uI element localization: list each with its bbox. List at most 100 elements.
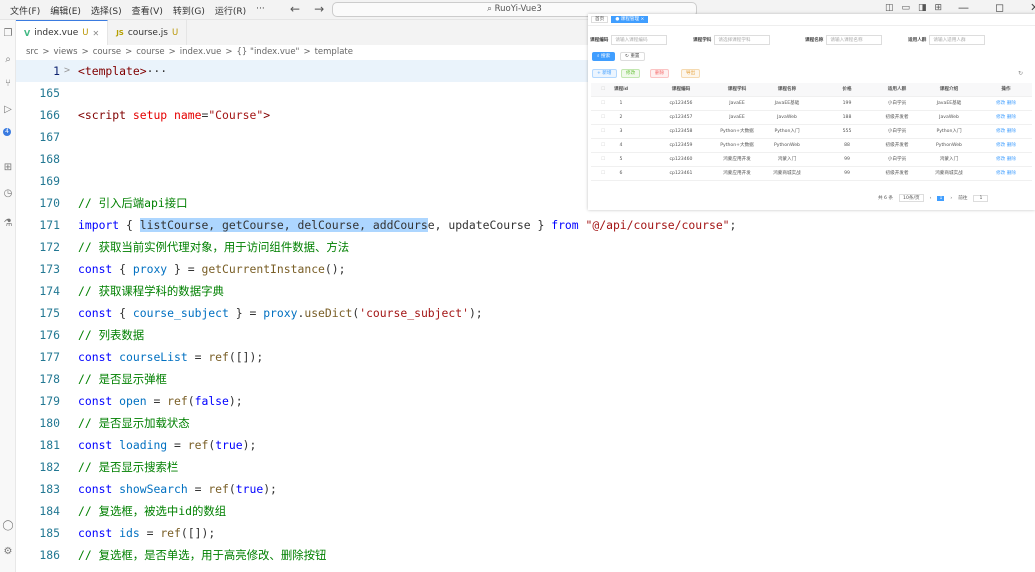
- search-input[interactable]: 请输入适用人群: [929, 35, 986, 45]
- pager-next-icon[interactable]: ›: [950, 196, 952, 201]
- line-number: 172: [39, 240, 60, 254]
- code-token: // 获取课程学科的数据字典: [78, 284, 224, 298]
- back-arrow-icon[interactable]: ←: [290, 2, 300, 16]
- table-cell: 小白学员: [887, 157, 907, 162]
- run-debug-icon[interactable]: ▷: [2, 104, 14, 116]
- pager-prev-icon[interactable]: ‹: [930, 196, 932, 201]
- table-cell: 555: [842, 129, 852, 134]
- code-line[interactable]: 177 const courseList = ref([]);: [16, 346, 1035, 368]
- breadcrumb-item[interactable]: views: [54, 47, 78, 57]
- minimize-icon[interactable]: —: [958, 1, 969, 14]
- code-line[interactable]: 172 // 获取当前实例代理对象，用于访问组件数据、方法: [16, 236, 1035, 258]
- preview-add-button[interactable]: + 新增: [592, 69, 617, 78]
- preview-delete-button[interactable]: 删除: [650, 69, 670, 78]
- toggle-panel-icon[interactable]: ▭: [902, 3, 911, 13]
- code-text: <script setup name="Course">: [78, 104, 270, 126]
- testing-icon[interactable]: ⚗: [2, 218, 14, 230]
- forward-arrow-icon[interactable]: →: [314, 2, 324, 16]
- close-icon[interactable]: ✕: [1030, 1, 1035, 14]
- row-actions[interactable]: 修改 删除: [991, 153, 1021, 167]
- code-line[interactable]: 181 const loading = ref(true);: [16, 434, 1035, 456]
- account-icon[interactable]: ◯: [2, 520, 14, 532]
- pager-goto-input[interactable]: 1: [973, 194, 989, 202]
- customize-layout-icon[interactable]: ⊞: [935, 3, 943, 13]
- table-cell: 鸿蒙应用开发: [723, 157, 751, 162]
- search-input[interactable]: 请输入课程编码: [611, 35, 668, 45]
- column-header: 课程id: [613, 87, 629, 92]
- menu-item[interactable]: 运行(R): [215, 4, 246, 17]
- preview-edit-button[interactable]: 修改: [621, 69, 641, 78]
- layout-controls: ◫ ▭ ◨ ⊞: [885, 3, 942, 13]
- maximize-icon[interactable]: ◻: [995, 1, 1004, 14]
- code-token: showSearch: [119, 482, 188, 496]
- explorer-icon[interactable]: ❐: [2, 28, 14, 40]
- menu-item[interactable]: 查看(V): [132, 4, 163, 17]
- breadcrumb-item[interactable]: template: [315, 47, 353, 57]
- close-tab-icon[interactable]: ✕: [93, 29, 100, 38]
- table-cell: PythonWeb: [774, 143, 800, 148]
- code-line[interactable]: 180 // 是否显示加载状态: [16, 412, 1035, 434]
- preview-reset-button[interactable]: ↻ 重置: [620, 52, 645, 61]
- table-cell: 鸿蒙入门: [777, 157, 797, 162]
- code-line[interactable]: 173 const { proxy } = getCurrentInstance(…: [16, 258, 1035, 280]
- code-line[interactable]: 182 // 是否显示搜索栏: [16, 456, 1035, 478]
- breadcrumb-item[interactable]: course: [93, 47, 121, 57]
- tag-home[interactable]: 首页: [591, 16, 609, 23]
- row-actions[interactable]: 修改 删除: [991, 167, 1021, 181]
- refresh-icon[interactable]: ↻: [1018, 70, 1023, 77]
- code-line[interactable]: 178 // 是否显示弹框: [16, 368, 1035, 390]
- toggle-secondary-sidebar-icon[interactable]: ◨: [918, 3, 927, 13]
- search-icon[interactable]: ⌕: [2, 54, 14, 66]
- settings-gear-icon[interactable]: ⚙: [2, 546, 14, 558]
- extensions-icon[interactable]: ⊞: [2, 162, 14, 174]
- row-actions[interactable]: 修改 删除: [991, 125, 1021, 139]
- breadcrumb-item[interactable]: {} "index.vue": [237, 47, 300, 57]
- code-line[interactable]: 179 const open = ref(false);: [16, 390, 1035, 412]
- more-menu-icon[interactable]: ···: [256, 4, 265, 17]
- code-token: true: [215, 438, 243, 452]
- code-line[interactable]: 171 import { listCourse, getCourse, delCo…: [16, 214, 1035, 236]
- code-line[interactable]: 184 // 复选框，被选中id的数组: [16, 500, 1035, 522]
- code-line[interactable]: 186 // 复选框，是否单选，用于高亮修改、删除按钮: [16, 544, 1035, 566]
- code-line[interactable]: 174 // 获取课程学科的数据字典: [16, 280, 1035, 302]
- tab-index-vue[interactable]: V index.vue U ✕: [16, 20, 109, 45]
- row-actions[interactable]: 修改 删除: [991, 97, 1021, 111]
- tag-course-management[interactable]: ● 课程管理 ×: [611, 16, 649, 23]
- search-field: 课程学科 请选择课程学科: [693, 35, 771, 45]
- menu-item[interactable]: 编辑(E): [50, 4, 81, 17]
- pager-size-select[interactable]: 10条/页: [899, 194, 924, 202]
- code-token: );: [228, 394, 243, 408]
- code-token: getCurrentInstance: [201, 262, 325, 276]
- source-control-icon[interactable]: ⑂: [2, 78, 14, 90]
- code-token: =: [139, 526, 161, 540]
- code-token: const: [78, 262, 113, 276]
- menu-item[interactable]: 转到(G): [173, 4, 205, 17]
- row-actions[interactable]: 修改 删除: [991, 139, 1021, 153]
- preview-export-button[interactable]: 导出: [681, 69, 701, 78]
- breadcrumb-item[interactable]: src: [26, 47, 38, 57]
- code-token: {: [119, 218, 140, 232]
- table-cell: 小白学员: [887, 101, 907, 106]
- table-cell: cp123459: [669, 143, 693, 148]
- breadcrumb-item[interactable]: index.vue: [180, 47, 222, 57]
- preview-search-button[interactable]: ⌕ 搜索: [592, 52, 616, 61]
- code-line[interactable]: 175 const { course_subject } = proxy.useD…: [16, 302, 1035, 324]
- fold-chevron-icon[interactable]: >: [64, 60, 70, 82]
- code-line[interactable]: 185 const ids = ref([]);: [16, 522, 1035, 544]
- table-cell: 4: [619, 143, 623, 148]
- code-line[interactable]: 183 const showSearch = ref(true);: [16, 478, 1035, 500]
- code-token: 'course_subject': [359, 306, 469, 320]
- tab-course-js[interactable]: JS course.js U: [108, 20, 188, 45]
- toggle-primary-sidebar-icon[interactable]: ◫: [885, 3, 894, 13]
- search-input[interactable]: 请选择课程学科: [714, 35, 771, 45]
- menu-item[interactable]: 选择(S): [91, 4, 122, 17]
- pager-current-page[interactable]: 1: [937, 195, 945, 201]
- code-line[interactable]: 176 // 列表数据: [16, 324, 1035, 346]
- remote-icon[interactable]: ◷: [2, 188, 14, 200]
- row-actions[interactable]: 修改 删除: [991, 111, 1021, 125]
- breadcrumb-item[interactable]: course: [136, 47, 164, 57]
- search-input[interactable]: 请输入课程名称: [826, 35, 883, 45]
- code-token: setup: [132, 108, 168, 122]
- menu-item[interactable]: 文件(F): [10, 4, 40, 17]
- line-number: 165: [39, 86, 60, 100]
